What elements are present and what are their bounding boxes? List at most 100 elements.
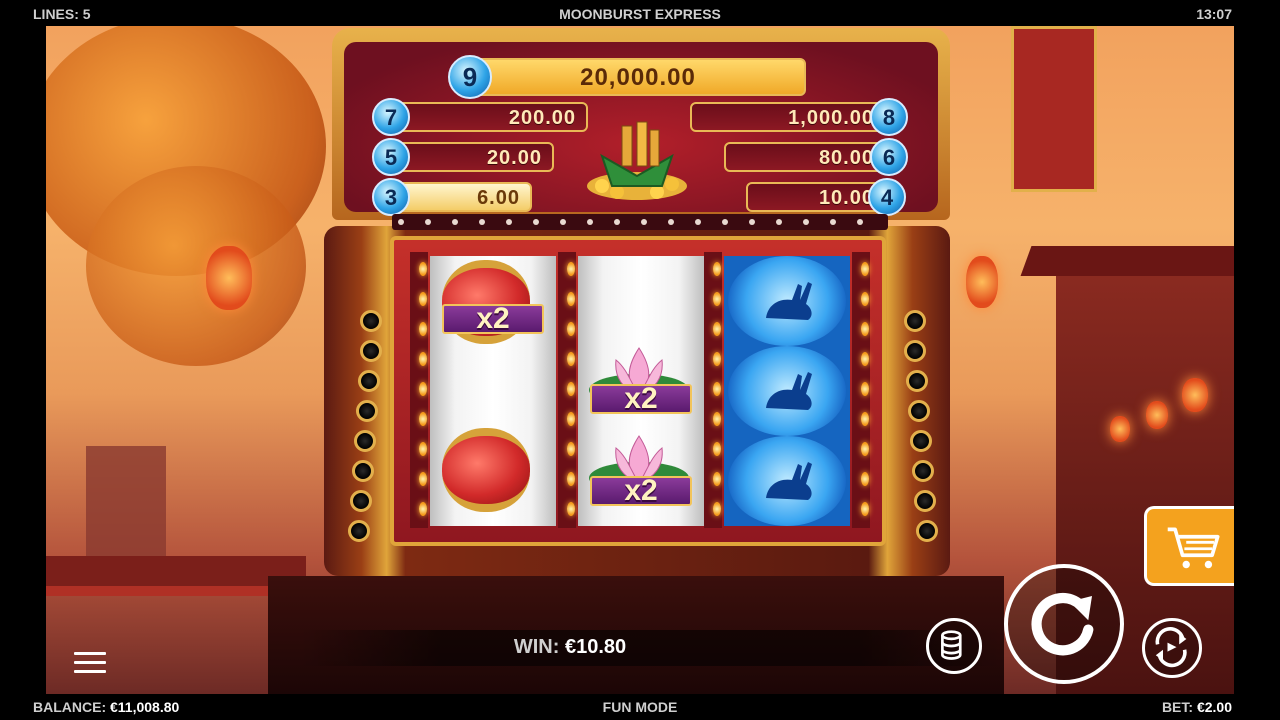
- reel-bulb: [567, 472, 575, 486]
- autoplay-button[interactable]: [1142, 618, 1202, 678]
- lantern-symbol: [442, 428, 530, 512]
- reel-bulb: [419, 502, 427, 516]
- reel-bulb: [861, 442, 869, 456]
- mode-indicator: FUN MODE: [602, 699, 678, 715]
- paytable-amount-6: 80.00: [724, 142, 886, 172]
- side-light: [354, 430, 376, 452]
- hanging-lantern: [1146, 401, 1168, 429]
- paytable-amount-8: 1,000.00: [690, 102, 886, 132]
- paytable-amount-5: 20.00: [392, 142, 554, 172]
- side-light: [352, 460, 374, 482]
- hanging-lantern: [206, 246, 252, 310]
- reel-bulb: [713, 502, 721, 516]
- bet-label: BET:: [1161, 699, 1194, 715]
- bet-display: BET: €2.00: [1162, 699, 1232, 715]
- autoplay-icon: [1155, 627, 1187, 668]
- progress-dot: [560, 219, 566, 225]
- side-light: [908, 400, 930, 422]
- reel-bulb: [861, 502, 869, 516]
- bet-button[interactable]: [926, 618, 982, 674]
- side-light: [356, 400, 378, 422]
- side-light: [360, 340, 382, 362]
- paytable-amount-7: 200.00: [392, 102, 588, 132]
- multiplier-badge: x2: [590, 476, 692, 506]
- spin-arrow-icon: [1031, 592, 1094, 656]
- side-light: [906, 370, 928, 392]
- paytable-amount-3: 6.00: [392, 182, 532, 212]
- paytable-count-3: 3: [372, 178, 410, 216]
- reel-bulb: [861, 412, 869, 426]
- reel-bulb: [567, 292, 575, 306]
- reel-bulb: [419, 352, 427, 366]
- reel-bulb: [861, 472, 869, 486]
- progress-dot: [533, 219, 539, 225]
- progress-dot: [749, 219, 755, 225]
- spin-button[interactable]: [1004, 564, 1124, 684]
- reel-1: x2: [430, 256, 556, 526]
- moon-rabbit-symbol: [728, 256, 846, 346]
- progress-dot: [587, 219, 593, 225]
- side-light: [904, 340, 926, 362]
- reel-bulb: [567, 442, 575, 456]
- progress-track: [392, 214, 888, 230]
- side-light: [348, 520, 370, 542]
- reel-bulb: [713, 262, 721, 276]
- reel-bulb: [713, 292, 721, 306]
- reel-bulb: [419, 382, 427, 396]
- clock: 13:07: [1196, 6, 1232, 22]
- reel-bulb: [419, 262, 427, 276]
- reel-bulb: [861, 382, 869, 396]
- pagoda: [86, 446, 166, 556]
- reel-bulb: [713, 382, 721, 396]
- shop-button[interactable]: [1144, 506, 1234, 586]
- reel-bulb: [419, 412, 427, 426]
- win-value: €10.80: [564, 636, 627, 658]
- reel-3: [724, 256, 850, 526]
- multiplier-badge: x2: [590, 384, 692, 414]
- win-label: WIN:: [513, 636, 560, 658]
- treasure-icon: [587, 121, 687, 200]
- reel-bulb: [567, 322, 575, 336]
- bottom-bar: BALANCE: €11,008.80 FUN MODE BET: €2.00: [0, 694, 1280, 720]
- moon-rabbit-symbol: [728, 436, 846, 526]
- shopping-cart-icon: [1167, 527, 1220, 569]
- progress-dot: [722, 219, 728, 225]
- reel-bulb: [567, 502, 575, 516]
- paytable-top-count: 9: [448, 55, 492, 99]
- reel-bulb: [861, 352, 869, 366]
- side-light: [916, 520, 938, 542]
- hanging-lantern: [1182, 378, 1208, 412]
- reel-bulb: [567, 382, 575, 396]
- reel-bulb: [713, 322, 721, 336]
- reel-bulb: [419, 442, 427, 456]
- paytable-amount-4: 10.00: [746, 182, 886, 212]
- paytable-count-5: 5: [372, 138, 410, 176]
- reel-bulb: [419, 322, 427, 336]
- hanging-lantern: [966, 256, 998, 308]
- progress-dot: [614, 219, 620, 225]
- side-light: [904, 310, 926, 332]
- railing: [46, 586, 306, 596]
- paytable-count-4: 4: [868, 178, 906, 216]
- side-light: [914, 490, 936, 512]
- moon-rabbit-symbol: [728, 346, 846, 436]
- reel-bulb: [861, 262, 869, 276]
- side-light: [912, 460, 934, 482]
- paytable-count-8: 8: [870, 98, 908, 136]
- reel-bulb: [567, 412, 575, 426]
- reel-bulb: [567, 262, 575, 276]
- reel-bulb: [713, 472, 721, 486]
- reel-bulb: [419, 472, 427, 486]
- coin-stack-icon: [941, 630, 962, 660]
- reel-bulb: [419, 292, 427, 306]
- autumn-tree: [86, 166, 306, 366]
- hanging-lantern: [1110, 416, 1130, 442]
- reel-bulb: [713, 352, 721, 366]
- progress-dot: [452, 219, 458, 225]
- bet-value: €2.00: [1196, 699, 1232, 715]
- progress-dot: [506, 219, 512, 225]
- hamburger-icon[interactable]: [74, 652, 106, 676]
- paytable-top-amount: 20,000.00: [470, 58, 806, 96]
- progress-dot: [776, 219, 782, 225]
- progress-dot: [425, 219, 431, 225]
